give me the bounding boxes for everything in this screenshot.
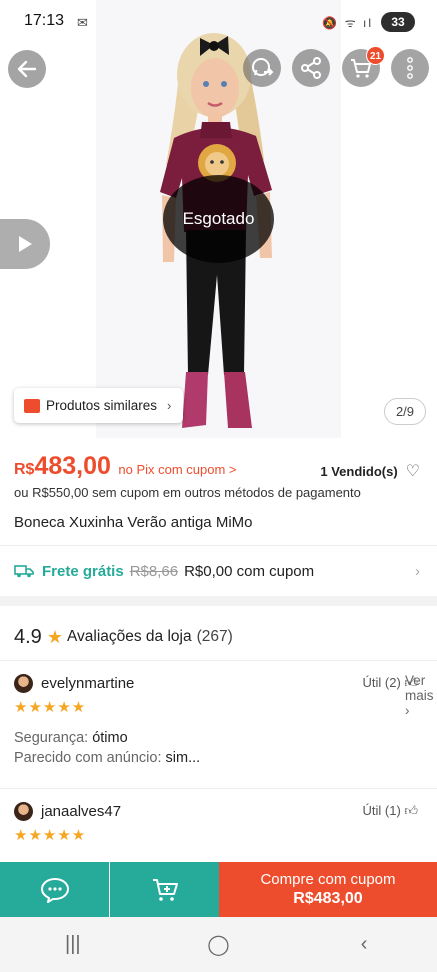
- divider: [0, 660, 437, 661]
- rating-score: 4.9: [14, 625, 42, 648]
- price-value: 483,00: [34, 452, 111, 480]
- sold-count-label: 1 Vendido(s): [320, 463, 398, 479]
- reviews-title: Avaliações da loja: [66, 628, 192, 645]
- alt-price-text: ou R$550,00 sem cupom em outros métodos …: [14, 485, 361, 500]
- buy-button-price: R$483,00: [293, 890, 363, 907]
- review-detail: Parecido com anúncio: sim...: [14, 750, 424, 766]
- helpful-count: Útil (1): [362, 803, 401, 818]
- price-currency: R$: [14, 461, 35, 478]
- thumbs-up-icon: 👍︎: [404, 803, 418, 818]
- back-nav-icon[interactable]: ‹: [334, 933, 394, 956]
- chevron-right-icon: ›: [415, 562, 420, 580]
- back-button[interactable]: [8, 50, 46, 88]
- review-detail-key: Parecido com anúncio:: [14, 750, 162, 766]
- avatar: [14, 801, 33, 821]
- chat-icon: [40, 877, 69, 903]
- section-gap: [0, 596, 437, 606]
- review-username: evelynmartine: [41, 674, 135, 692]
- add-to-cart-icon: [152, 878, 178, 901]
- shipping-new-price: R$0,00 com cupom: [184, 562, 315, 580]
- cart-count-badge: 21: [366, 46, 385, 65]
- helpful-button[interactable]: Útil (1) 👍︎: [363, 803, 419, 819]
- video-play-button[interactable]: [0, 219, 50, 269]
- shipping-old-price: R$8,66: [129, 562, 179, 580]
- status-bar: 17:13 ✉ 🔕 ᯤ ıl 33: [0, 0, 437, 44]
- truck-icon: [14, 565, 34, 578]
- pix-coupon-link[interactable]: no Pix com cupom >: [118, 462, 236, 477]
- review-detail: Segurança: ótimo: [14, 730, 424, 746]
- review-item: evelynmartine Útil (2) 👍︎ ★★★★★ Seguranç…: [14, 672, 424, 766]
- product-image-area[interactable]: 17:13 ✉ 🔕 ᯤ ıl 33 21 Esgotado Produtos s…: [0, 0, 437, 438]
- similar-products-button[interactable]: Produtos similares ›: [14, 388, 184, 423]
- review-detail-value: sim...: [165, 750, 201, 766]
- free-shipping-label: Frete grátis: [42, 562, 124, 580]
- cart-button[interactable]: 21: [342, 46, 385, 87]
- divider: [0, 545, 437, 546]
- more-options-button[interactable]: [391, 49, 429, 87]
- system-navigation-bar: ||| ◯ ‹: [0, 917, 437, 972]
- shopping-bag-icon: [24, 398, 40, 413]
- reviews-count: (267): [196, 628, 233, 645]
- share-icon: [301, 57, 321, 79]
- arrow-left-icon: [17, 60, 37, 78]
- status-time: 17:13: [24, 12, 65, 29]
- review-stars: ★★★★★: [14, 827, 87, 844]
- image-pager: 2/9: [384, 398, 426, 425]
- review-detail-key: Segurança:: [14, 730, 89, 746]
- chevron-right-icon: ›: [167, 398, 172, 413]
- shipping-row[interactable]: Frete grátis R$8,66 R$0,00 com cupom ›: [14, 560, 424, 582]
- review-stars: ★★★★★: [14, 699, 87, 716]
- review-detail-value: ótimo: [92, 730, 128, 746]
- buy-with-coupon-button[interactable]: Compre com cupom R$483,00: [219, 862, 437, 917]
- chat-button[interactable]: [0, 862, 109, 917]
- helpful-count: Útil (2): [362, 675, 401, 690]
- bottom-action-bar: Compre com cupom R$483,00: [0, 862, 437, 917]
- similar-products-label: Produtos similares: [46, 398, 158, 413]
- share-button[interactable]: [292, 49, 330, 87]
- heart-icon[interactable]: ♡: [406, 461, 420, 481]
- mail-notification-icon: ✉: [77, 15, 88, 30]
- helpful-button[interactable]: Útil (2) 👍︎: [363, 675, 419, 691]
- battery-indicator: 33: [381, 12, 415, 32]
- divider: [0, 788, 437, 789]
- sold-out-overlay: Esgotado: [163, 175, 274, 263]
- recent-apps-icon[interactable]: |||: [43, 933, 103, 956]
- price-row: R$ 483,00 no Pix com cupom > 1 Vendido(s)…: [14, 452, 424, 482]
- thumbs-up-icon: 👍︎: [404, 675, 418, 690]
- review-item: janaalves47 Útil (1) 👍︎ ★★★★★: [14, 800, 424, 844]
- avatar: [14, 673, 33, 693]
- home-icon[interactable]: ◯: [188, 932, 248, 957]
- whatsapp-icon: [252, 58, 274, 76]
- whatsapp-share-button[interactable]: [243, 49, 281, 87]
- add-to-cart-button[interactable]: [110, 862, 219, 917]
- buy-button-label: Compre com cupom: [260, 871, 396, 888]
- price: R$ 483,00: [14, 452, 111, 481]
- sold-count: 1 Vendido(s) ♡: [320, 461, 420, 481]
- play-icon: [19, 236, 32, 252]
- more-vertical-icon: [407, 57, 413, 79]
- product-title: Boneca Xuxinha Verão antiga MiMo: [14, 514, 253, 531]
- review-username: janaalves47: [41, 802, 122, 820]
- store-reviews-header: 4.9 ★ Avaliações da loja (267) Ver mais …: [14, 624, 434, 719]
- signal-icons: 🔕 ᯤ ıl: [322, 16, 373, 30]
- star-icon: ★: [46, 626, 63, 647]
